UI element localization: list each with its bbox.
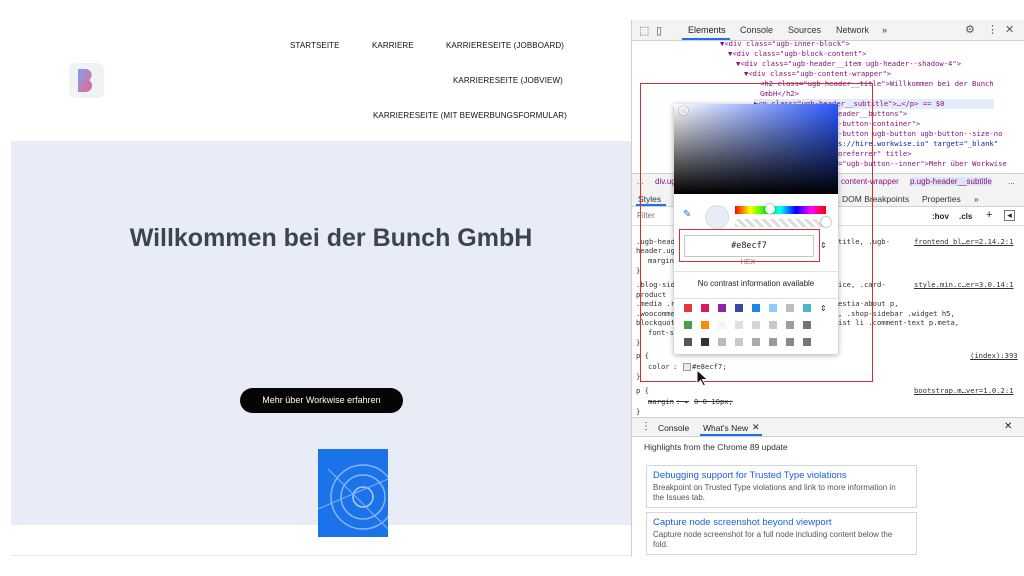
tab-network[interactable]: Network bbox=[836, 25, 869, 35]
nav-karriereseite-jobview[interactable]: KARRIERESEITE (JOBVIEW) bbox=[453, 76, 563, 85]
nav-karriere[interactable]: KARRIERE bbox=[372, 41, 414, 50]
site-logo[interactable] bbox=[69, 63, 104, 98]
tab-properties[interactable]: Properties bbox=[922, 194, 961, 204]
dom-node[interactable]: ▼<div class="ugb-header__item ugb-header… bbox=[736, 59, 961, 69]
drawer-menu-icon[interactable]: ⋮ bbox=[641, 421, 651, 432]
close-icon[interactable]: ✕ bbox=[1005, 23, 1014, 36]
dom-node[interactable]: ▼<div class="ugb-content-wrapper"> bbox=[744, 69, 891, 79]
workwise-button[interactable]: Mehr über Workwise erfahren bbox=[240, 388, 403, 413]
hero-title: Willkommen bei der Bunch GmbH bbox=[129, 224, 533, 252]
new-style-rule-button[interactable]: + bbox=[986, 209, 992, 221]
tab-console[interactable]: Console bbox=[740, 25, 773, 35]
whats-new-card[interactable]: Debugging support for Trusted Type viola… bbox=[646, 465, 917, 508]
breadcrumb-item[interactable]: ... bbox=[1008, 177, 1015, 186]
css-source-link[interactable]: (index):393 bbox=[970, 351, 1018, 360]
kebab-menu-icon[interactable]: ⋮ bbox=[987, 23, 998, 36]
hov-toggle[interactable]: :hov bbox=[932, 212, 949, 221]
chrome-illustration-icon bbox=[318, 464, 388, 530]
css-colon: : ▸ bbox=[676, 397, 689, 406]
tab-sources[interactable]: Sources bbox=[788, 25, 821, 35]
gear-icon[interactable]: ⚙ bbox=[965, 23, 975, 36]
highlight-box bbox=[679, 229, 820, 262]
device-toolbar-icon[interactable]: ▯ bbox=[656, 24, 662, 37]
nav-karriereseite-jobboard[interactable]: KARRIERESEITE (JOBBOARD) bbox=[446, 41, 564, 50]
css-source-link[interactable]: frontend_bl…er=2.14.2:1 bbox=[914, 237, 1014, 246]
card-description: Breakpoint on Trusted Type violations an… bbox=[653, 483, 896, 502]
drawer-tabbar: ⋮ Console What's New ✕ ✕ bbox=[632, 418, 1024, 437]
close-drawer-icon[interactable]: ✕ bbox=[1004, 421, 1012, 432]
css-property-overridden[interactable]: margin bbox=[648, 397, 674, 407]
devtools-drawer: ⋮ Console What's New ✕ ✕ Highlights from… bbox=[632, 417, 1024, 557]
card-title[interactable]: Capture node screenshot beyond viewport bbox=[653, 517, 832, 528]
cls-toggle[interactable]: .cls bbox=[959, 212, 972, 221]
nav-karriereseite-bewerbungsformular[interactable]: KARRIERESEITE (MIT BEWERBUNGSFORMULAR) bbox=[373, 111, 567, 120]
css-brace: } bbox=[636, 407, 641, 416]
more-tabs-icon[interactable]: » bbox=[974, 194, 979, 204]
whats-new-card[interactable]: Capture node screenshot beyond viewport … bbox=[646, 512, 917, 555]
whats-new-illustration bbox=[318, 449, 388, 537]
card-description: Capture node screenshot for a full node … bbox=[653, 530, 893, 549]
drawer-tab-console[interactable]: Console bbox=[658, 423, 689, 433]
drawer-tab-whats-new[interactable]: What's New bbox=[703, 423, 748, 433]
css-source-link[interactable]: bootstrap.m…ver=1.0.2:1 bbox=[914, 386, 1014, 395]
divider bbox=[11, 555, 631, 556]
css-source-link[interactable]: style.min.c…er=3.0.14:1 bbox=[914, 280, 1014, 289]
inspect-icon[interactable]: ⬚ bbox=[639, 24, 649, 37]
tab-elements[interactable]: Elements bbox=[688, 25, 726, 35]
active-tab-indicator bbox=[700, 434, 762, 436]
css-value-overridden[interactable]: 0 0 10px; bbox=[694, 397, 733, 407]
dom-node[interactable]: ▼<div class="ugb-block-content"> bbox=[728, 49, 866, 59]
devtools-toolbar: ⬚ ▯ Elements Console Sources Network » ⚙… bbox=[632, 20, 1024, 41]
card-title[interactable]: Debugging support for Trusted Type viola… bbox=[653, 470, 847, 481]
dom-node[interactable]: ▼<div class="ugb-inner-block"> bbox=[720, 39, 850, 49]
bunch-logo-icon bbox=[78, 69, 93, 92]
breadcrumb-item-active[interactable]: p.ugb-header__subtitle bbox=[910, 177, 992, 186]
css-rule-selector[interactable]: p { bbox=[636, 386, 649, 396]
nav-startseite[interactable]: STARTSEITE bbox=[290, 41, 340, 50]
mouse-cursor-icon bbox=[696, 369, 709, 387]
web-page: STARTSEITE KARRIERE KARRIERESEITE (JOBBO… bbox=[0, 20, 631, 557]
highlights-heading: Highlights from the Chrome 89 update bbox=[644, 442, 788, 452]
toggle-sidebar-icon[interactable]: ◂ bbox=[1004, 210, 1015, 221]
close-icon[interactable]: ✕ bbox=[752, 422, 760, 433]
more-tabs-icon[interactable]: » bbox=[882, 25, 887, 35]
